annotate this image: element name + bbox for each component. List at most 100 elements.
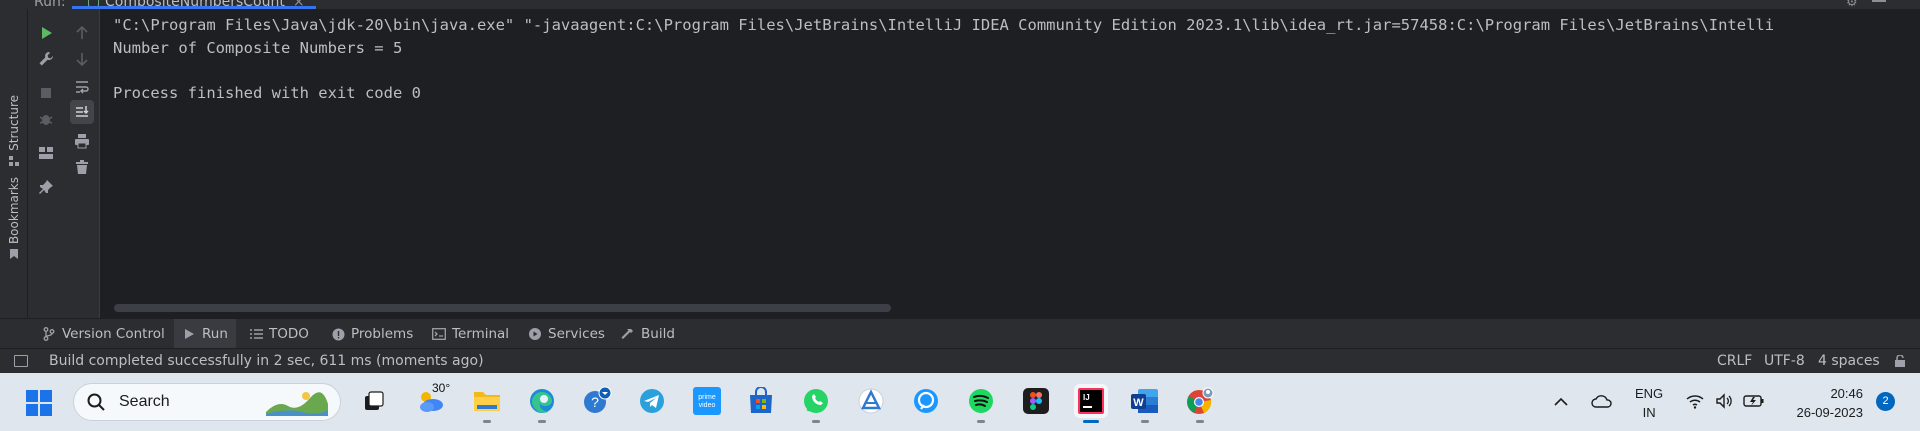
running-indicator (812, 420, 820, 423)
taskbar-app-telegram[interactable] (635, 384, 669, 418)
tab-terminal-label: Terminal (452, 326, 510, 342)
notification-count-badge[interactable]: 2 (1876, 392, 1895, 411)
bookmark-icon (10, 249, 18, 260)
layout-icon (39, 147, 53, 159)
next-occurrence-button[interactable] (70, 47, 94, 71)
trash-icon (76, 160, 88, 174)
taskbar-search[interactable]: Search (73, 383, 341, 421)
restore-layout-button[interactable] (34, 141, 58, 165)
taskbar-app-edge[interactable] (525, 384, 559, 423)
line-separator-widget[interactable]: CRLF (1717, 353, 1752, 369)
rerun-button[interactable] (34, 21, 58, 45)
settings-gear-icon[interactable]: ⚙ (1846, 0, 1860, 9)
running-indicator (483, 420, 491, 423)
debug-button[interactable] (34, 107, 58, 131)
tab-run[interactable]: Run (174, 319, 236, 349)
status-message[interactable]: Build completed successfully in 2 sec, 6… (49, 353, 484, 369)
services-icon (528, 327, 542, 341)
show-hidden-icons-chevron-icon[interactable] (1554, 397, 1568, 407)
branch-icon (42, 327, 56, 341)
microsoft-store-icon (750, 387, 772, 413)
taskbar-app-file-explorer[interactable] (470, 384, 504, 423)
structure-tab[interactable]: Structure (6, 95, 22, 167)
system-clock[interactable]: 20:46 26-09-2023 (1783, 384, 1864, 422)
tab-build[interactable]: Build (613, 319, 683, 349)
taskbar-app-whatsapp[interactable] (799, 384, 833, 423)
volume-icon[interactable] (1715, 393, 1733, 409)
tab-problems[interactable]: Problems (323, 319, 421, 349)
triangle-app-icon (858, 388, 884, 414)
alexa-icon (914, 389, 938, 413)
running-indicator (977, 420, 985, 423)
taskbar-app-prime-video[interactable]: prime video (690, 384, 724, 418)
input-language-indicator[interactable]: ENG IN (1635, 384, 1663, 422)
onedrive-cloud-icon[interactable] (1591, 393, 1613, 409)
structure-tab-label: Structure (7, 95, 21, 151)
tab-services[interactable]: Services (520, 319, 613, 349)
pin-icon (39, 180, 53, 194)
taskbar-app-alexa[interactable] (909, 384, 943, 418)
tab-services-label: Services (548, 326, 605, 342)
taskbar-app-figma[interactable] (1019, 384, 1053, 418)
warning-icon (331, 327, 345, 341)
wifi-icon[interactable] (1686, 393, 1704, 409)
battery-charging-icon[interactable] (1743, 393, 1765, 409)
taskbar-app-spotify[interactable] (964, 384, 998, 423)
minimize-icon[interactable] (1872, 0, 1886, 2)
hammer-icon (621, 327, 635, 341)
toggle-tool-windows-icon[interactable] (14, 355, 28, 367)
lock-icon[interactable] (1894, 355, 1906, 367)
svg-text:video: video (699, 402, 716, 409)
taskbar-app-intellij[interactable]: IJ (1074, 384, 1108, 423)
previous-occurrence-button[interactable] (70, 21, 94, 45)
run-toolbar-primary (28, 9, 64, 318)
stop-icon (41, 88, 51, 98)
svg-text:?: ? (591, 394, 599, 410)
wrench-icon (39, 52, 53, 66)
console-output[interactable]: "C:\Program Files\Java\jdk-20\bin\java.e… (100, 9, 1920, 318)
taskbar-app-help[interactable]: ? (580, 384, 614, 418)
windows-logo-tile (26, 404, 38, 416)
prime-video-icon: primevideo (693, 387, 721, 415)
play-icon (42, 27, 52, 39)
get-help-icon: ? (584, 386, 612, 413)
tab-build-label: Build (641, 326, 675, 342)
taskbar-app-store[interactable] (744, 384, 778, 418)
encoding-widget[interactable]: UTF-8 (1764, 353, 1805, 369)
language-code: ENG (1635, 386, 1664, 401)
print-button[interactable] (70, 129, 94, 153)
edit-configuration-button[interactable] (34, 47, 58, 71)
tab-terminal[interactable]: Terminal (424, 319, 517, 349)
word-icon: W (1131, 389, 1158, 413)
tab-todo-label: TODO (269, 326, 309, 342)
tab-todo[interactable]: TODO (241, 319, 317, 349)
bookmarks-tab[interactable]: Bookmarks (6, 177, 22, 260)
windows-taskbar: Search 30° ? prime video IJ W ENG IN 20:… (0, 373, 1920, 431)
running-indicator (538, 420, 546, 423)
indent-widget[interactable]: 4 spaces (1818, 353, 1880, 369)
run-label: Run: (34, 0, 66, 9)
taskbar-app-chrome[interactable] (1183, 384, 1217, 423)
whatsapp-icon (804, 389, 828, 413)
weather-temperature: 30° (432, 381, 451, 395)
tool-window-bar: Version Control Run TODO Problems Termin… (0, 318, 1920, 349)
taskbar-app-vpn[interactable] (854, 384, 888, 418)
bookmarks-tab-label: Bookmarks (7, 177, 21, 245)
scroll-to-end-icon (76, 106, 89, 117)
horizontal-scrollbar[interactable] (114, 304, 891, 312)
clear-all-button[interactable] (70, 155, 94, 179)
scroll-to-end-button[interactable] (70, 100, 94, 124)
tab-version-control[interactable]: Version Control (34, 319, 173, 349)
task-view-button[interactable] (357, 384, 391, 418)
status-bar: Build completed successfully in 2 sec, 6… (0, 348, 1920, 373)
tab-version-control-label: Version Control (62, 326, 165, 342)
arrow-up-icon (76, 25, 88, 39)
left-tool-stripe: Structure Bookmarks (0, 9, 28, 318)
start-button[interactable] (26, 390, 52, 416)
taskbar-app-word[interactable]: W (1128, 384, 1162, 423)
stop-button[interactable] (34, 81, 58, 105)
pin-tab-button[interactable] (34, 175, 58, 199)
soft-wrap-button[interactable] (70, 75, 94, 99)
svg-text:W: W (1133, 397, 1144, 409)
spotify-icon (969, 389, 993, 413)
